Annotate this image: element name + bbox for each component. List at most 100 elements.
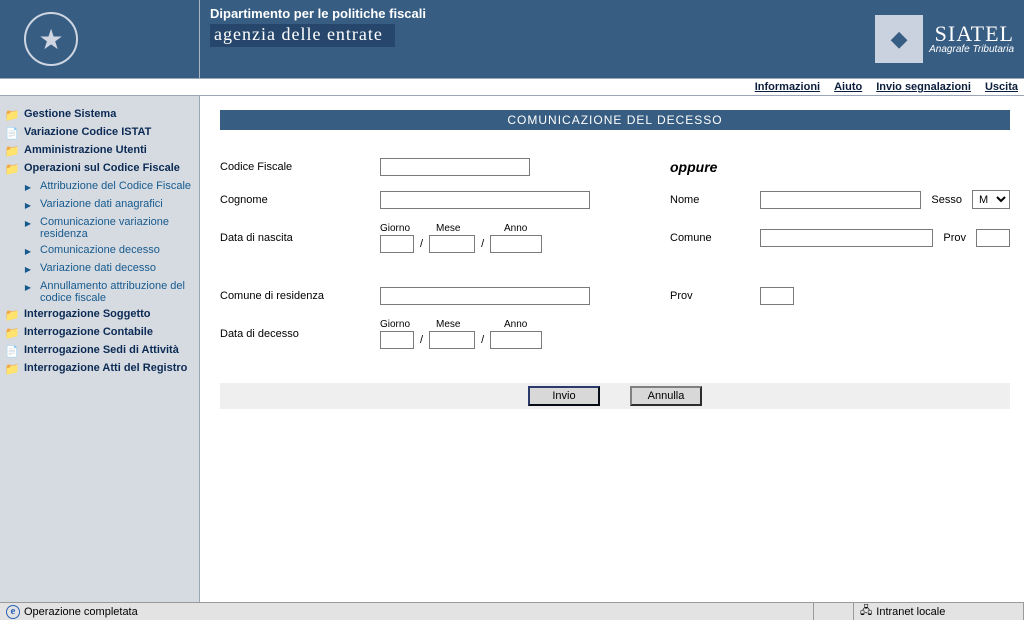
brand-area: ◆ SIATEL Anagrafe Tributaria <box>824 0 1024 78</box>
page-icon <box>20 244 36 258</box>
page-icon <box>20 280 36 294</box>
page-icon <box>20 262 36 276</box>
page-icon <box>20 180 36 194</box>
sidebar-item-8[interactable]: Variazione dati decesso <box>4 260 195 278</box>
sidebar-item-label: Variazione Codice ISTAT <box>24 126 151 138</box>
panel-title: COMUNICAZIONE DEL DECESSO <box>220 110 1010 130</box>
input-prov-nascita[interactable] <box>976 229 1010 247</box>
department-title: Dipartimento per le politiche fiscali <box>210 6 426 21</box>
input-nome[interactable] <box>760 191 921 209</box>
banner-area: Dipartimento per le politiche fiscali ag… <box>200 0 824 78</box>
page-icon <box>20 216 36 230</box>
link-report[interactable]: Invio segnalazioni <box>876 81 971 93</box>
sidebar-item-label: Interrogazione Atti del Registro <box>24 362 187 374</box>
sidebar-item-label: Interrogazione Sedi di Attività <box>24 344 179 356</box>
sidebar-item-5[interactable]: Variazione dati anagrafici <box>4 196 195 214</box>
label-nome: Nome <box>670 194 760 206</box>
input-decesso-anno[interactable] <box>490 331 542 349</box>
label-mese: Mese <box>436 223 482 234</box>
page-icon <box>4 344 20 358</box>
date-nascita-group: Giorno Mese Anno / / <box>380 223 670 253</box>
sidebar-item-label: Gestione Sistema <box>24 108 116 120</box>
form-grid: Codice Fiscale oppure Cognome Nome Sesso… <box>220 158 1010 349</box>
sidebar-item-label: Comunicazione variazione residenza <box>40 216 195 240</box>
sidebar-item-7[interactable]: Comunicazione decesso <box>4 242 195 260</box>
label-cf: Codice Fiscale <box>220 161 380 173</box>
input-nascita-giorno[interactable] <box>380 235 414 253</box>
input-comune-nascita[interactable] <box>760 229 933 247</box>
folder-icon <box>4 162 20 176</box>
sidebar-item-label: Interrogazione Soggetto <box>24 308 151 320</box>
input-decesso-mese[interactable] <box>429 331 475 349</box>
label-cognome: Cognome <box>220 194 380 206</box>
folder-icon <box>4 362 20 376</box>
agency-title: agenzia delle entrate <box>210 24 395 47</box>
sidebar-item-12[interactable]: Interrogazione Sedi di Attività <box>4 342 195 360</box>
sidebar: Gestione Sistema Variazione Codice ISTAT A… <box>0 96 200 602</box>
label-comune-res: Comune di residenza <box>220 290 380 302</box>
cancel-button[interactable]: Annulla <box>630 386 702 406</box>
link-help[interactable]: Aiuto <box>834 81 862 93</box>
app-header: ★ Dipartimento per le politiche fiscali … <box>0 0 1024 78</box>
sidebar-item-11[interactable]: Interrogazione Contabile <box>4 324 195 342</box>
sidebar-item-0[interactable]: Gestione Sistema <box>4 106 195 124</box>
label-anno: Anno <box>504 223 556 234</box>
status-zone: Intranet locale <box>854 603 1024 620</box>
folder-icon <box>4 144 20 158</box>
label-sesso: Sesso <box>931 194 962 206</box>
folder-icon <box>4 308 20 322</box>
label-oppure: oppure <box>670 159 1010 175</box>
folder-icon <box>4 108 20 122</box>
input-cognome[interactable] <box>380 191 590 209</box>
sidebar-item-label: Amministrazione Utenti <box>24 144 147 156</box>
sidebar-item-6[interactable]: Comunicazione variazione residenza <box>4 214 195 242</box>
input-cf[interactable] <box>380 158 530 176</box>
status-completed: Operazione completata <box>0 603 814 620</box>
page-icon <box>4 126 20 140</box>
ie-icon <box>6 605 20 619</box>
input-comune-res[interactable] <box>380 287 590 305</box>
button-bar: Invio Annulla <box>220 383 1010 409</box>
sidebar-item-label: Operazioni sul Codice Fiscale <box>24 162 180 174</box>
sidebar-item-label: Comunicazione decesso <box>40 244 160 256</box>
brand-text: SIATEL Anagrafe Tributaria <box>929 23 1014 55</box>
sidebar-item-2[interactable]: Amministrazione Utenti <box>4 142 195 160</box>
sidebar-item-4[interactable]: Attribuzione del Codice Fiscale <box>4 178 195 196</box>
sidebar-item-label: Attribuzione del Codice Fiscale <box>40 180 191 192</box>
input-nascita-mese[interactable] <box>429 235 475 253</box>
status-bar: Operazione completata Intranet locale <box>0 602 1024 620</box>
sidebar-item-label: Interrogazione Contabile <box>24 326 153 338</box>
page-icon <box>20 198 36 212</box>
label-data-nascita: Data di nascita <box>220 232 380 244</box>
label-prov-nascita: Prov <box>943 232 966 244</box>
label-mese-2: Mese <box>436 319 482 330</box>
input-prov-res[interactable] <box>760 287 794 305</box>
sidebar-item-label: Variazione dati decesso <box>40 262 156 274</box>
sidebar-item-label: Variazione dati anagrafici <box>40 198 163 210</box>
input-decesso-giorno[interactable] <box>380 331 414 349</box>
link-info[interactable]: Informazioni <box>755 81 820 93</box>
status-text: Operazione completata <box>24 606 138 618</box>
select-sesso[interactable]: M <box>972 190 1010 209</box>
emblem-area: ★ <box>0 0 200 78</box>
sidebar-item-10[interactable]: Interrogazione Soggetto <box>4 306 195 324</box>
siatel-logo-icon: ◆ <box>875 15 923 63</box>
intranet-icon <box>860 602 872 621</box>
label-comune: Comune <box>670 232 760 244</box>
sidebar-item-label: Annullamento attribuzione del codice fis… <box>40 280 195 304</box>
link-exit[interactable]: Uscita <box>985 81 1018 93</box>
folder-icon <box>4 326 20 340</box>
state-emblem-icon: ★ <box>24 12 78 66</box>
top-link-bar: Informazioni Aiuto Invio segnalazioni Us… <box>0 78 1024 96</box>
label-giorno-2: Giorno <box>380 319 414 330</box>
submit-button[interactable]: Invio <box>528 386 600 406</box>
label-giorno: Giorno <box>380 223 414 234</box>
sidebar-item-9[interactable]: Annullamento attribuzione del codice fis… <box>4 278 195 306</box>
sidebar-item-3[interactable]: Operazioni sul Codice Fiscale <box>4 160 195 178</box>
brand-title: SIATEL <box>929 23 1014 45</box>
sidebar-item-13[interactable]: Interrogazione Atti del Registro <box>4 360 195 378</box>
label-prov-res: Prov <box>670 290 760 302</box>
sidebar-item-1[interactable]: Variazione Codice ISTAT <box>4 124 195 142</box>
label-data-decesso: Data di decesso <box>220 328 380 340</box>
input-nascita-anno[interactable] <box>490 235 542 253</box>
